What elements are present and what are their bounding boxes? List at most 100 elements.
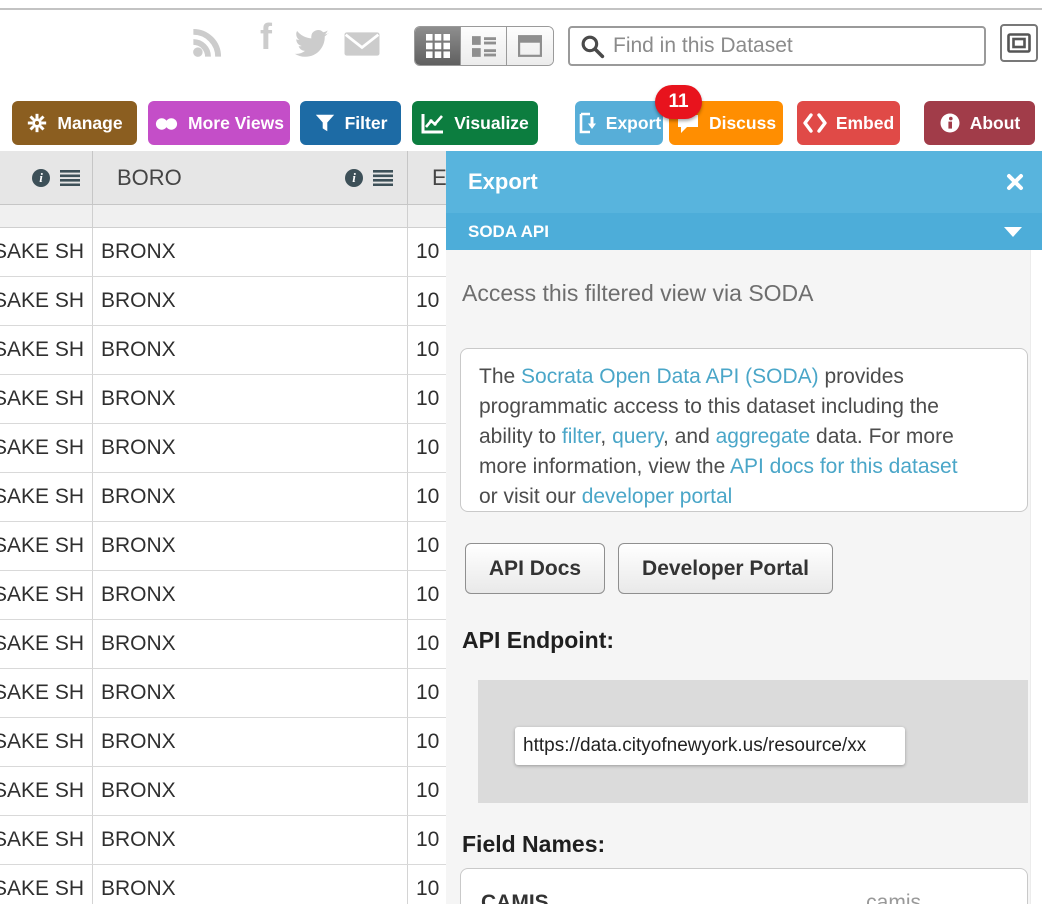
table-row[interactable]: SAKE SHBRONX10 (0, 473, 520, 522)
table-row[interactable]: SAKE SHBRONX10 (0, 669, 520, 718)
funnel-icon (314, 112, 336, 134)
table-cell[interactable]: BRONX (93, 816, 408, 864)
table-row[interactable]: SAKE SHBRONX10 (0, 424, 520, 473)
view-toggle-group (414, 26, 554, 66)
table-cell[interactable]: SAKE SH (0, 473, 93, 521)
table-cell[interactable]: SAKE SH (0, 522, 93, 570)
rich-list-view-icon (472, 35, 496, 58)
table-cell[interactable]: BRONX (93, 767, 408, 815)
description-text: The (479, 365, 521, 388)
field-names-box: CAMIS camis (460, 868, 1028, 904)
info-icon[interactable]: i (345, 169, 363, 187)
table-cell[interactable]: SAKE SH (0, 277, 93, 325)
panel-scrollbar[interactable] (1030, 250, 1042, 904)
rich-list-view-button[interactable] (461, 27, 507, 65)
table-row[interactable]: SAKE SHBRONX10 (0, 816, 520, 865)
table-cell[interactable]: BRONX (93, 620, 408, 668)
inline-link[interactable]: developer portal (582, 485, 733, 508)
field-api-name: camis (866, 891, 921, 904)
table-cell[interactable]: BRONX (93, 571, 408, 619)
page-view-button[interactable] (507, 27, 553, 65)
email-icon[interactable] (342, 30, 382, 63)
table-cell[interactable]: BRONX (93, 375, 408, 423)
visualize-button[interactable]: Visualize (412, 101, 538, 145)
table-row[interactable]: SAKE SHBRONX10 (0, 718, 520, 767)
table-cell[interactable]: BRONX (93, 669, 408, 717)
table-rows: SAKE SHBRONX10SAKE SHBRONX10SAKE SHBRONX… (0, 228, 520, 904)
table-cell[interactable]: SAKE SH (0, 816, 93, 864)
binoculars-icon (154, 113, 179, 133)
soda-api-section-header[interactable]: SODA API (446, 213, 1042, 250)
code-brackets-icon (803, 113, 827, 133)
field-row: CAMIS camis (481, 891, 1007, 904)
api-docs-button[interactable]: API Docs (465, 543, 605, 594)
table-row[interactable]: SAKE SHBRONX10 (0, 228, 520, 277)
dataset-search (568, 26, 986, 66)
table-row[interactable]: SAKE SHBRONX10 (0, 865, 520, 904)
table-cell[interactable]: BRONX (93, 228, 408, 276)
more-views-button[interactable]: More Views (148, 101, 290, 145)
table-row[interactable]: SAKE SHBRONX10 (0, 326, 520, 375)
close-icon[interactable] (1006, 173, 1024, 191)
inline-link[interactable]: Socrata Open Data API (SODA) (521, 365, 819, 388)
table-cell[interactable]: SAKE SH (0, 326, 93, 374)
table-cell[interactable]: SAKE SH (0, 375, 93, 423)
filter-button[interactable]: Filter (300, 101, 401, 145)
inline-link[interactable]: filter (562, 425, 601, 448)
table-header-row: i BORO i E (0, 151, 520, 205)
table-row[interactable]: SAKE SHBRONX10 (0, 375, 520, 424)
search-input[interactable] (613, 34, 984, 58)
table-cell[interactable]: BRONX (93, 522, 408, 570)
api-endpoint-input[interactable] (515, 727, 905, 765)
table-subheader-row (0, 205, 520, 228)
column-header-boro[interactable]: BORO i (93, 151, 408, 204)
info-icon[interactable]: i (32, 169, 50, 187)
column-menu-icon[interactable] (60, 170, 80, 186)
search-icon (580, 34, 605, 59)
table-cell[interactable]: BRONX (93, 473, 408, 521)
description-text: , and (663, 425, 716, 448)
maximize-button[interactable] (1000, 24, 1038, 62)
grid-view-button[interactable] (415, 27, 461, 65)
manage-button[interactable]: Manage (12, 101, 137, 145)
table-row[interactable]: SAKE SHBRONX10 (0, 522, 520, 571)
table-cell[interactable]: BRONX (93, 277, 408, 325)
column-menu-icon[interactable] (373, 170, 393, 186)
download-doc-icon (577, 112, 597, 134)
export-panel-title: Export (468, 169, 538, 195)
table-cell[interactable]: BRONX (93, 326, 408, 374)
table-cell[interactable]: BRONX (93, 424, 408, 472)
embed-button[interactable]: Embed (797, 101, 900, 145)
table-cell[interactable]: BRONX (93, 865, 408, 904)
grid-view-icon (426, 34, 450, 58)
table-cell[interactable]: SAKE SH (0, 767, 93, 815)
table-cell[interactable]: SAKE SH (0, 620, 93, 668)
inline-link[interactable]: API docs for this dataset (730, 455, 958, 478)
export-button[interactable]: Export (575, 101, 663, 145)
twitter-icon[interactable] (292, 28, 330, 63)
table-row[interactable]: SAKE SHBRONX10 (0, 767, 520, 816)
table-row[interactable]: SAKE SHBRONX10 (0, 277, 520, 326)
inline-link[interactable]: query (612, 425, 663, 448)
export-panel-header: Export (446, 151, 1042, 213)
soda-subtitle: Access this filtered view via SODA (462, 280, 814, 307)
api-endpoint-box (478, 680, 1028, 803)
inline-link[interactable]: aggregate (716, 425, 811, 448)
table-row[interactable]: SAKE SHBRONX10 (0, 620, 520, 669)
dataset-page: f Manage More Views (0, 0, 1042, 904)
table-cell[interactable]: SAKE SH (0, 571, 93, 619)
developer-portal-button[interactable]: Developer Portal (618, 543, 833, 594)
table-cell[interactable]: BRONX (93, 718, 408, 766)
table-cell[interactable]: SAKE SH (0, 424, 93, 472)
table-cell[interactable]: SAKE SH (0, 718, 93, 766)
column-header-clipped[interactable]: i (0, 151, 93, 204)
facebook-icon[interactable]: f (260, 20, 272, 54)
table-cell[interactable]: SAKE SH (0, 228, 93, 276)
soda-description: The Socrata Open Data API (SODA) provide… (460, 348, 1028, 512)
table-cell[interactable]: SAKE SH (0, 865, 93, 904)
rss-icon[interactable] (190, 24, 226, 65)
table-row[interactable]: SAKE SHBRONX10 (0, 571, 520, 620)
description-text: or visit our (479, 485, 582, 508)
table-cell[interactable]: SAKE SH (0, 669, 93, 717)
about-button[interactable]: About (924, 101, 1035, 145)
